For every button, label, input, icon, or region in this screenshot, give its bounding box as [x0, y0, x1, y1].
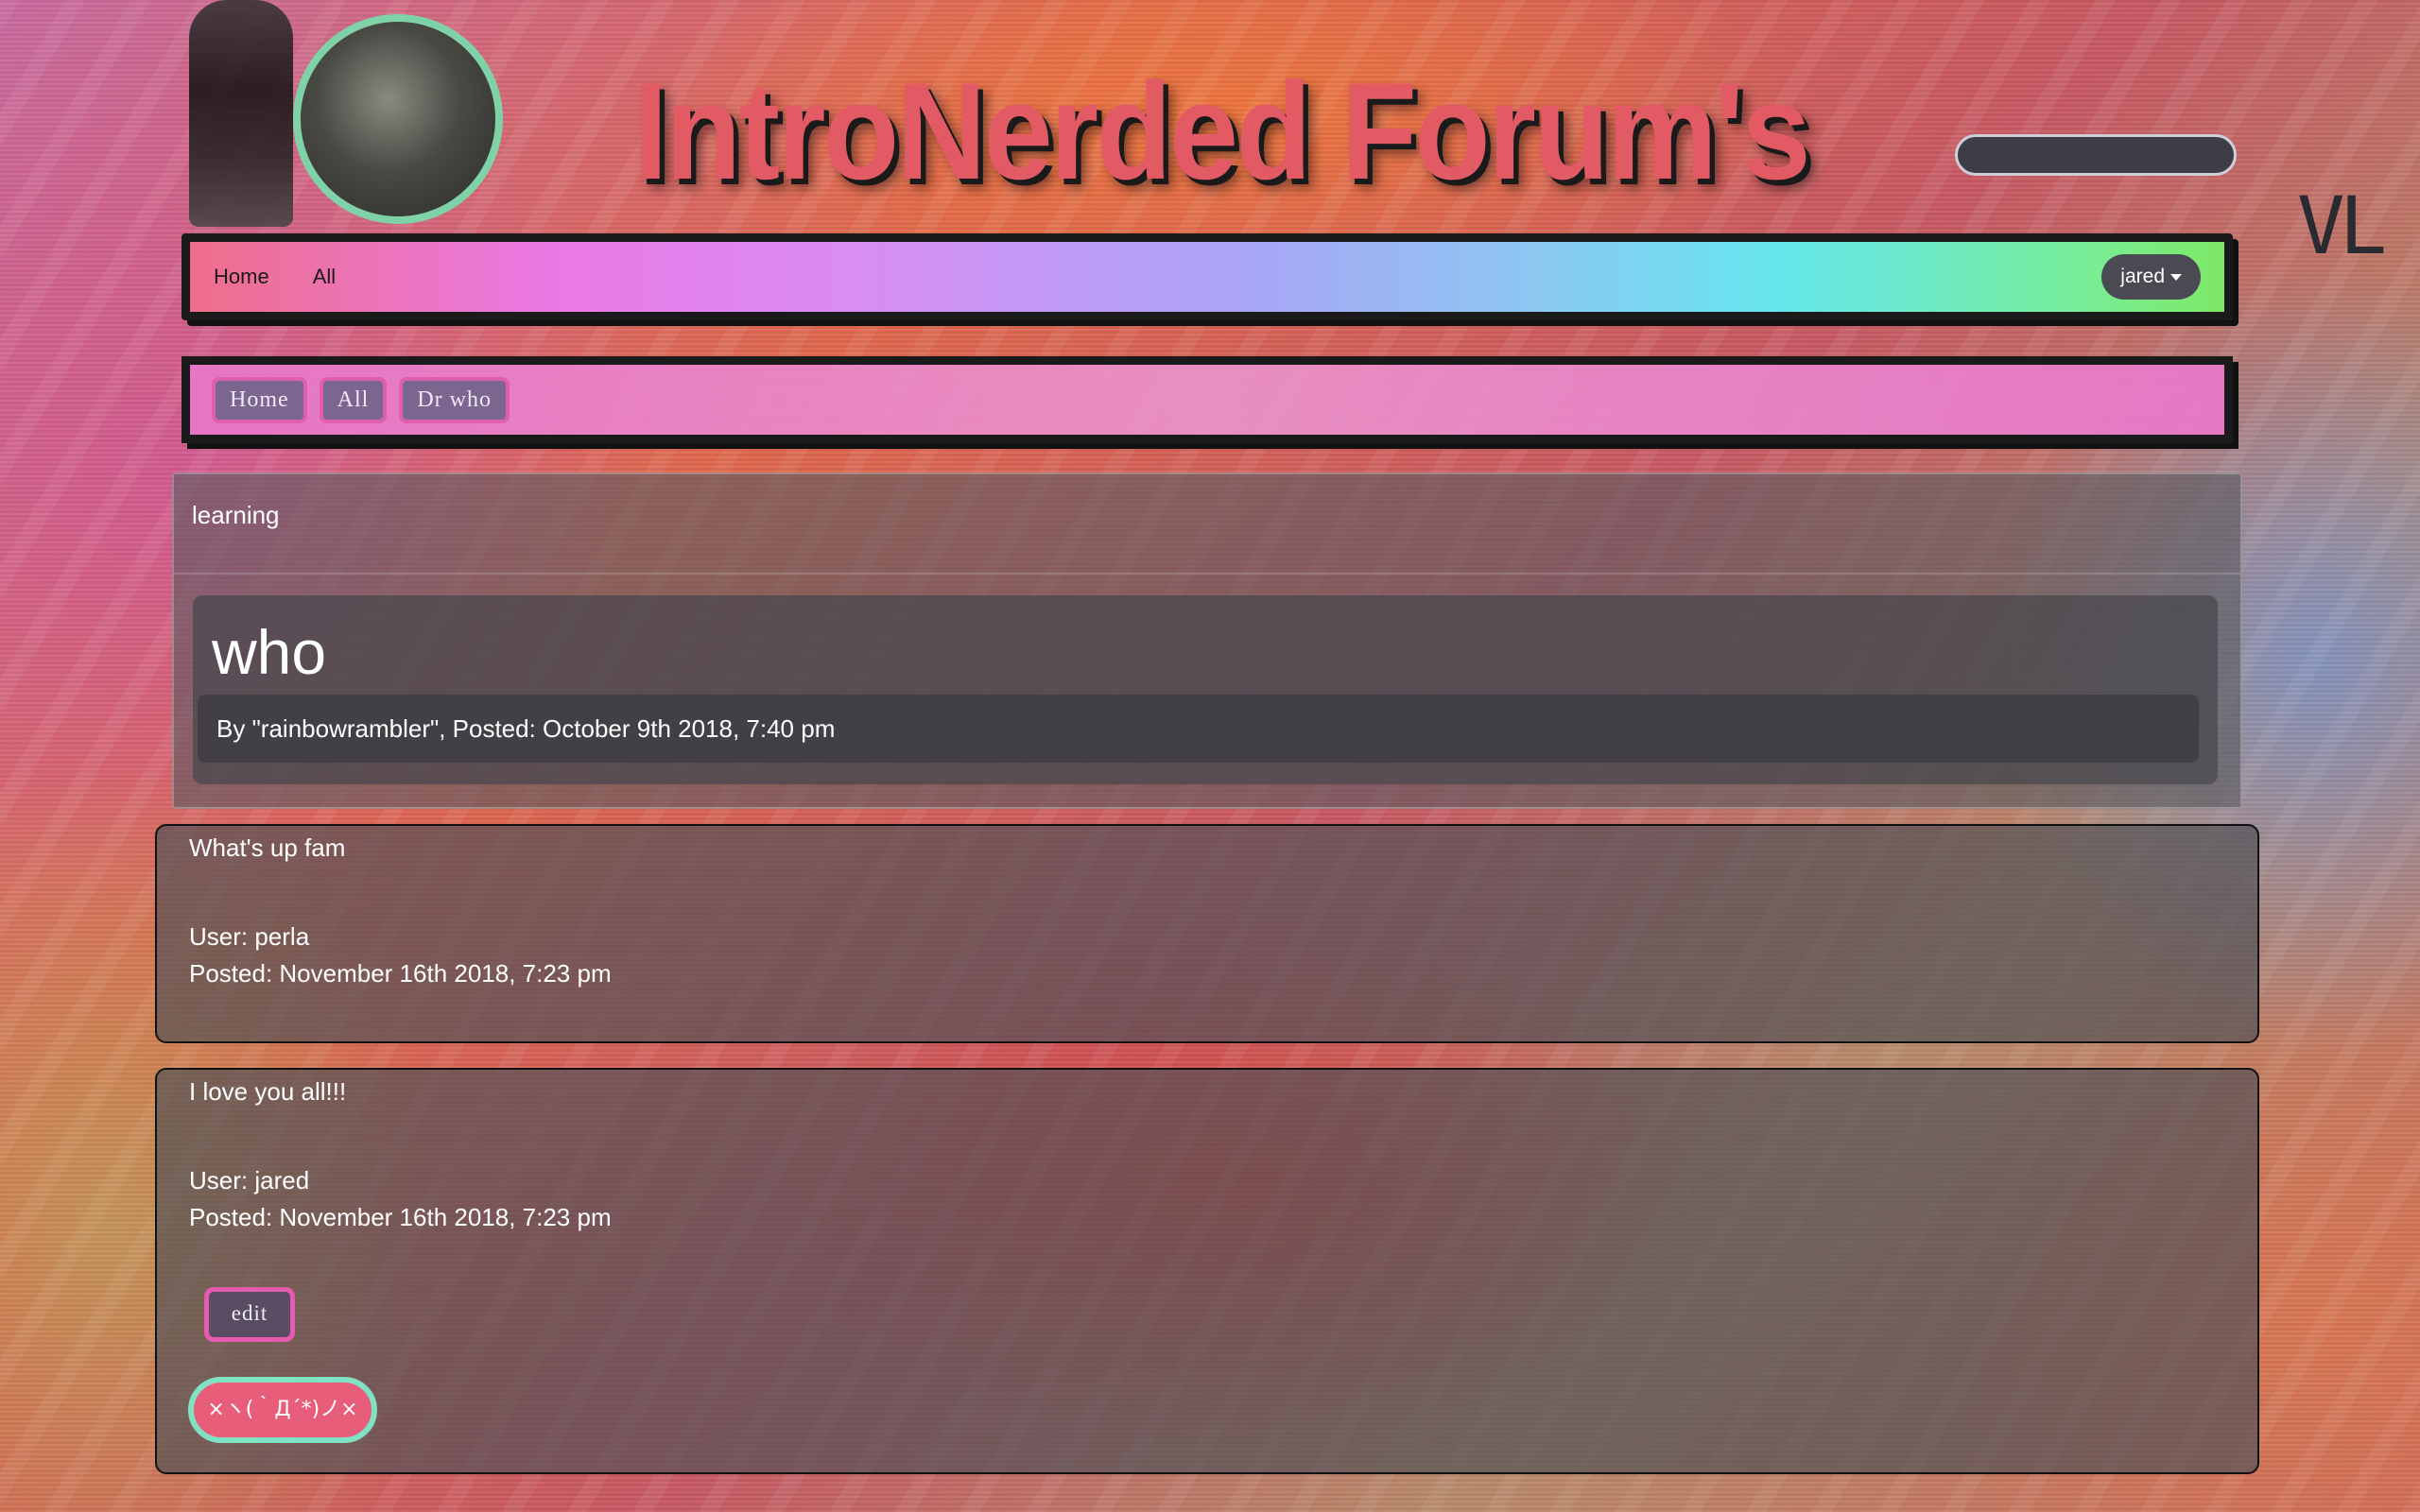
comment-text: What's up fam: [189, 833, 346, 862]
comment-user: User: jared: [189, 1166, 310, 1194]
breadcrumb-dr-who[interactable]: Dr who: [399, 376, 510, 423]
post-title: who: [212, 617, 327, 687]
nav-home-link[interactable]: Home: [214, 265, 269, 289]
comment-card: What's up fam User: perla Posted: Novemb…: [155, 824, 2259, 1043]
comment-date: Posted: November 16th 2018, 7:23 pm: [189, 959, 612, 988]
edit-button[interactable]: edit: [204, 1287, 295, 1342]
user-dropdown-label: jared: [2120, 266, 2165, 287]
nav-all-link[interactable]: All: [313, 265, 336, 289]
delete-button[interactable]: ×ヽ(｀Д´*)ノ×: [188, 1377, 377, 1443]
site-title: IntroNerded Forum's: [633, 54, 1811, 208]
caret-down-icon: [2170, 273, 2182, 281]
search-input[interactable]: [1955, 134, 2237, 176]
post-card: learning who By "rainbowrambler", Posted…: [172, 472, 2242, 809]
breadcrumb-all[interactable]: All: [319, 376, 388, 423]
main-navbar: Home All jared: [182, 233, 2233, 320]
comment-user: User: perla: [189, 922, 310, 951]
breadcrumb: Home All Dr who: [182, 356, 2233, 443]
post-category: learning: [192, 501, 280, 529]
user-dropdown[interactable]: jared: [2101, 254, 2201, 300]
breadcrumb-home[interactable]: Home: [212, 376, 307, 423]
anime-character-image: [189, 0, 293, 227]
comment-text: I love you all!!!: [189, 1077, 347, 1106]
avatar: [293, 14, 503, 224]
post-header: who By "rainbowrambler", Posted: October…: [193, 595, 2218, 784]
comment-date: Posted: November 16th 2018, 7:23 pm: [189, 1203, 612, 1231]
comment-card: I love you all!!! User: jared Posted: No…: [155, 1068, 2259, 1474]
side-logo: VL: [2297, 180, 2387, 272]
post-meta: By "rainbowrambler", Posted: October 9th…: [198, 695, 2199, 763]
divider: [174, 573, 2240, 575]
